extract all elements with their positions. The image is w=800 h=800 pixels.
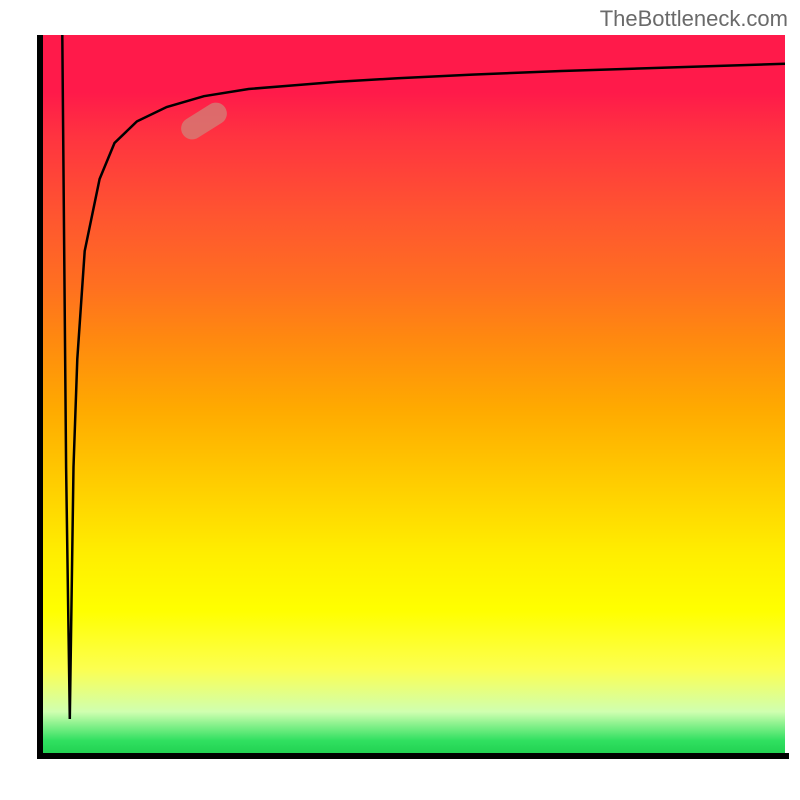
curve-line — [40, 35, 785, 755]
chart-container: TheBottleneck.com — [0, 0, 800, 800]
watermark-text: TheBottleneck.com — [600, 6, 788, 32]
